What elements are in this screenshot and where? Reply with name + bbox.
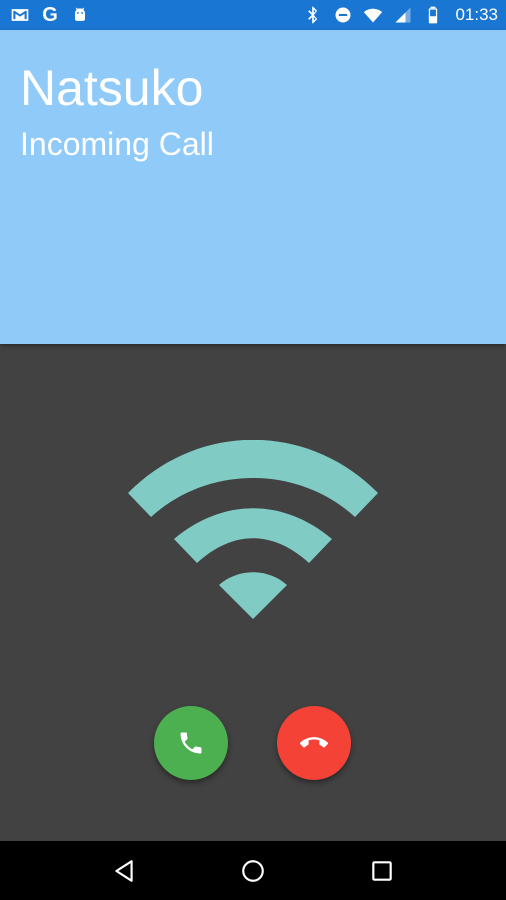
- home-icon: [242, 859, 264, 882]
- google-icon: G: [42, 4, 58, 26]
- android-icon: [70, 5, 90, 25]
- gmail-icon: [10, 5, 30, 25]
- hang-up-icon: [300, 737, 328, 748]
- wifi-signal-icon: [363, 5, 383, 25]
- cell-signal-icon: [393, 5, 413, 25]
- back-button[interactable]: [104, 851, 144, 891]
- navigation-bar: [0, 841, 506, 900]
- status-bar: G 01:33: [0, 0, 506, 30]
- recents-button[interactable]: [362, 851, 402, 891]
- recents-icon: [371, 860, 392, 881]
- wifi-icon: [128, 440, 378, 619]
- bluetooth-icon: [303, 5, 323, 25]
- phone-icon: [180, 732, 202, 754]
- back-icon: [115, 859, 133, 882]
- caller-panel: Natsuko Incoming Call: [0, 30, 506, 344]
- wifi-arc-middle: [174, 508, 332, 563]
- status-clock: 01:33: [455, 5, 498, 24]
- notification-icons: G: [10, 5, 90, 25]
- decline-call-button[interactable]: [277, 706, 351, 780]
- call-status: Incoming Call: [20, 126, 214, 162]
- battery-icon: [423, 5, 443, 25]
- system-icons: 01:33: [303, 5, 498, 25]
- wifi-arc-outer: [128, 440, 378, 517]
- answer-call-button[interactable]: [154, 706, 228, 780]
- do-not-disturb-icon: [333, 5, 353, 25]
- wifi-arc-inner: [219, 572, 287, 619]
- home-button[interactable]: [233, 851, 273, 891]
- caller-name: Natsuko: [20, 60, 204, 116]
